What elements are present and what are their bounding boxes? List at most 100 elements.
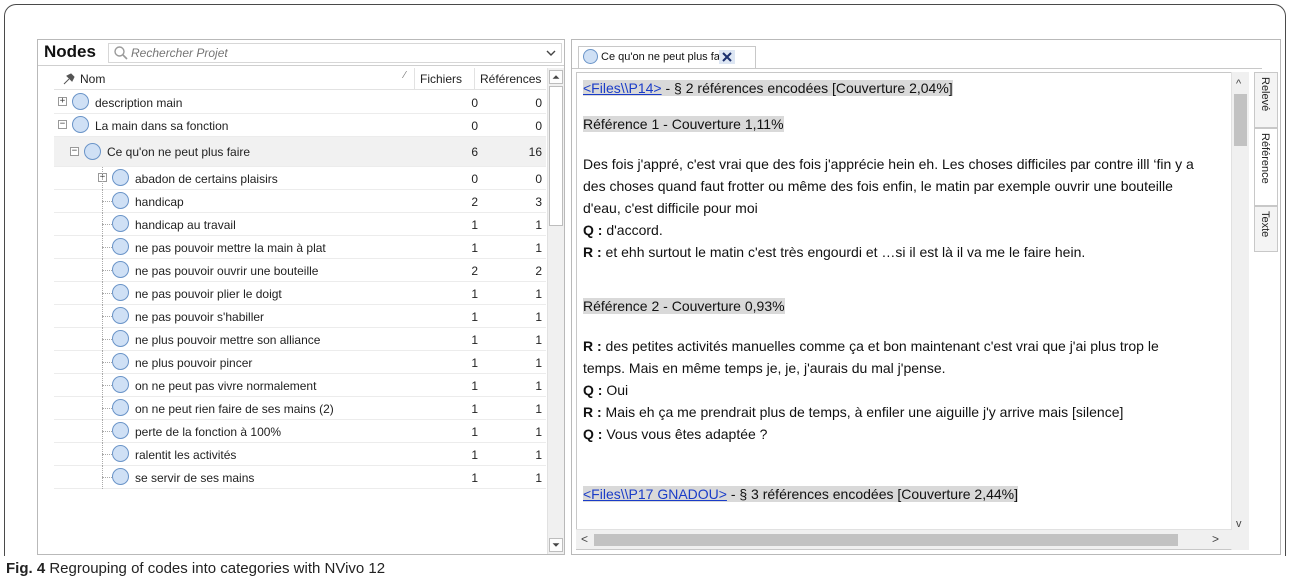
tab-node-detail[interactable]: Ce qu'on ne peut plus faire [578,46,756,68]
tree-connector [102,362,112,363]
tree-row[interactable]: ne plus pouvoir pincer 1 1 [54,351,546,374]
tree-row[interactable]: ne plus pouvoir mettre son alliance 1 1 [54,328,546,351]
sort-indicator-icon: ⁄ [404,70,406,81]
node-files-count: 1 [471,356,478,370]
node-files-count: 1 [471,425,478,439]
scroll-left-icon[interactable]: < [581,532,588,546]
node-label: ralentit les activités [135,448,237,462]
node-label: abadon de certains plaisirs [135,172,278,186]
scroll-thumb[interactable] [549,86,563,226]
node-label: ne pas pouvoir ouvrir une bouteille [135,264,319,278]
close-icon[interactable] [719,50,735,64]
scroll-down-icon[interactable]: v [1236,518,1242,530]
tree-row[interactable]: − Ce qu'on ne peut plus faire 6 16 [54,137,546,167]
tree-row[interactable]: ne pas pouvoir ouvrir une bouteille 2 2 [54,259,546,282]
scroll-thumb[interactable] [1234,94,1247,146]
node-references-count: 0 [535,172,542,186]
reference-title-1: Référence 1 - Couverture 1,11% [583,113,784,135]
source-link-p17[interactable]: <Files\\P17 GNADOU> [583,486,727,502]
tree-row[interactable]: se servir de ses mains 1 1 [54,466,546,489]
side-tab-label: Référence [1259,133,1271,184]
node-references-count: 1 [535,356,542,370]
node-label: La main dans sa fonction [95,119,229,133]
transcript-line: Q : Oui [583,379,628,401]
node-references-count: 1 [535,425,542,439]
reference-view[interactable]: <Files\\P14> - § 2 références encodées [… [576,72,1232,550]
speaker-label: Q : [583,222,603,238]
tree-row[interactable]: on ne peut pas vivre normalement 1 1 [54,374,546,397]
column-references[interactable]: Références [480,72,541,86]
side-tab-releve[interactable]: Relevé [1254,72,1278,128]
tab-label: Ce qu'on ne peut plus faire [601,51,733,63]
search-input[interactable] [131,45,531,61]
scroll-down-icon[interactable] [549,538,563,552]
tree-row[interactable]: + abadon de certains plaisirs 0 0 [54,167,546,190]
tree-row[interactable]: perte de la fonction à 100% 1 1 [54,420,546,443]
tree-row[interactable]: handicap au travail 1 1 [54,213,546,236]
scroll-right-icon[interactable]: > [1212,532,1219,546]
node-references-count: 2 [535,264,542,278]
tree-connector [102,236,103,259]
speaker-label: Q : [583,426,603,442]
tree-connector [102,385,112,386]
node-references-count: 1 [535,287,542,301]
transcript-line: R : Mais eh ça me prendrait plus de temp… [583,401,1123,423]
speaker-text: et ehh surtout le matin c'est très engou… [601,244,1086,260]
column-name[interactable]: Nom [80,72,105,86]
node-references-count: 1 [535,379,542,393]
node-files-count: 1 [471,471,478,485]
side-tab-reference[interactable]: Référence [1254,128,1278,206]
tree-row[interactable]: ralentit les activités 1 1 [54,443,546,466]
collapse-icon[interactable]: − [70,147,79,156]
node-references-count: 1 [535,241,542,255]
tree-connector [102,213,103,236]
tree-connector [102,224,112,225]
tree-connector [102,282,103,305]
window-frame: Nodes Nom ⁄ Fichiers Références [4,4,1286,556]
source-link-p14[interactable]: <Files\\P14> [583,80,662,96]
reference-heading: Référence 2 - Couverture 0,93% [583,298,785,314]
column-header: Nom ⁄ Fichiers Références [54,68,546,90]
nodes-header: Nodes [38,40,564,66]
scroll-up-icon[interactable] [549,70,563,84]
node-label: se servir de ses mains [135,471,255,485]
collapse-icon[interactable]: − [58,120,67,129]
expand-icon[interactable]: + [58,97,67,106]
node-icon [112,376,129,393]
chevron-down-icon[interactable] [544,46,558,60]
node-label: Ce qu'on ne peut plus faire [107,145,251,159]
source-header-2: <Files\\P17 GNADOU> - § 3 références enc… [583,483,1018,505]
column-files[interactable]: Fichiers [420,72,462,86]
speaker-label: R : [583,244,602,260]
tree-row[interactable]: ne pas pouvoir mettre la main à plat 1 1 [54,236,546,259]
node-files-count: 1 [471,218,478,232]
speaker-text: Vous vous êtes adaptée ? [602,426,768,442]
column-divider [414,68,415,90]
tree-row[interactable]: handicap 2 3 [54,190,546,213]
node-references-count: 0 [535,119,542,133]
tree-connector [102,477,112,478]
reference-vscrollbar[interactable]: ^ v [1231,72,1249,550]
transcript-line: temps. Mais en même temps je, je, j'aura… [583,360,946,376]
tree-row[interactable]: on ne peut rien faire de ses mains (2) 1 1 [54,397,546,420]
scroll-up-icon[interactable]: ^ [1236,78,1241,90]
node-references-count: 3 [535,195,542,209]
reference-hscrollbar[interactable]: < > [576,529,1232,549]
side-tab-texte[interactable]: Texte [1254,206,1278,252]
nodes-title: Nodes [44,42,96,61]
tree-row[interactable]: + description main 0 0 [54,91,546,114]
tree-connector [102,443,103,466]
tree-connector [102,339,112,340]
tree-connector [102,466,103,489]
node-files-count: 1 [471,241,478,255]
detail-panel: Ce qu'on ne peut plus faire <Files\\P14>… [571,39,1281,555]
scroll-thumb[interactable] [594,534,1178,546]
tree-row[interactable]: ne pas pouvoir s'habiller 1 1 [54,305,546,328]
search-box[interactable] [108,43,562,63]
nodes-scrollbar[interactable] [547,68,564,554]
node-files-count: 1 [471,333,478,347]
source-header-1: <Files\\P14> - § 2 références encodées [… [583,77,953,99]
node-label: handicap au travail [135,218,236,232]
tree-row[interactable]: − La main dans sa fonction 0 0 [54,114,546,137]
tree-row[interactable]: ne pas pouvoir plier le doigt 1 1 [54,282,546,305]
